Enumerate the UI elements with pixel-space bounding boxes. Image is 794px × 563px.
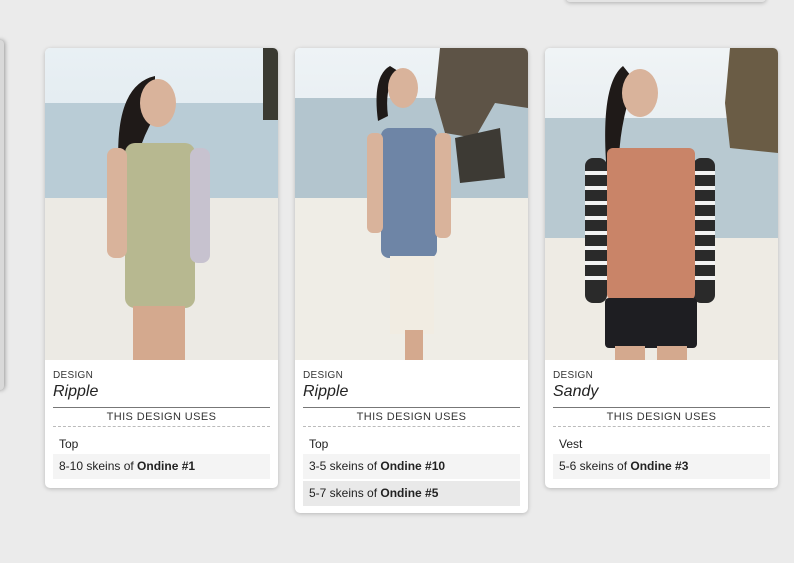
garment-type: Top (309, 437, 329, 451)
uses-header: THIS DESIGN USES (553, 407, 770, 427)
yarn-quantity: 5-7 skeins of (309, 486, 381, 500)
design-name[interactable]: Ripple (53, 383, 270, 401)
yarn-row[interactable]: 3-5 skeins of Ondine #10 (303, 454, 520, 479)
garment-type: Top (59, 437, 79, 451)
design-card-ripple-1[interactable]: DESIGN Ripple THIS DESIGN USES Top 8-10 … (45, 48, 278, 488)
design-photo[interactable] (545, 48, 778, 360)
sweater (125, 143, 195, 308)
uses-header: THIS DESIGN USES (303, 407, 520, 427)
design-card-ripple-2[interactable]: DESIGN Ripple THIS DESIGN USES Top 3-5 s… (295, 48, 528, 513)
yarn-name[interactable]: Ondine #5 (380, 486, 438, 500)
yarn-quantity: 5-6 skeins of (559, 459, 631, 473)
yarn-row[interactable]: 8-10 skeins of Ondine #1 (53, 454, 270, 479)
yarn-name[interactable]: Ondine #1 (137, 459, 195, 473)
design-photo[interactable] (45, 48, 278, 360)
sweater (607, 148, 695, 300)
design-name[interactable]: Ripple (303, 383, 520, 401)
design-photo[interactable] (295, 48, 528, 360)
yarn-name[interactable]: Ondine #10 (380, 459, 445, 473)
yarn-quantity: 8-10 skeins of (59, 459, 138, 473)
design-card-sandy[interactable]: DESIGN Sandy THIS DESIGN USES Vest 5-6 s… (545, 48, 778, 488)
design-name[interactable]: Sandy (553, 383, 770, 401)
yarn-row[interactable]: 5-6 skeins of Ondine #3 (553, 454, 770, 479)
sweater (381, 128, 437, 258)
yarn-name[interactable]: Ondine #3 (630, 459, 688, 473)
yarn-quantity: 3-5 skeins of (309, 459, 381, 473)
design-label: DESIGN (303, 370, 344, 381)
garment-type: Vest (559, 437, 583, 451)
offscreen-panel-edge (0, 40, 4, 390)
yarn-row[interactable]: 5-7 skeins of Ondine #5 (303, 481, 520, 506)
offscreen-panel-edge-top (566, 0, 766, 2)
uses-header: THIS DESIGN USES (53, 407, 270, 427)
design-label: DESIGN (553, 370, 594, 381)
design-label: DESIGN (53, 370, 94, 381)
